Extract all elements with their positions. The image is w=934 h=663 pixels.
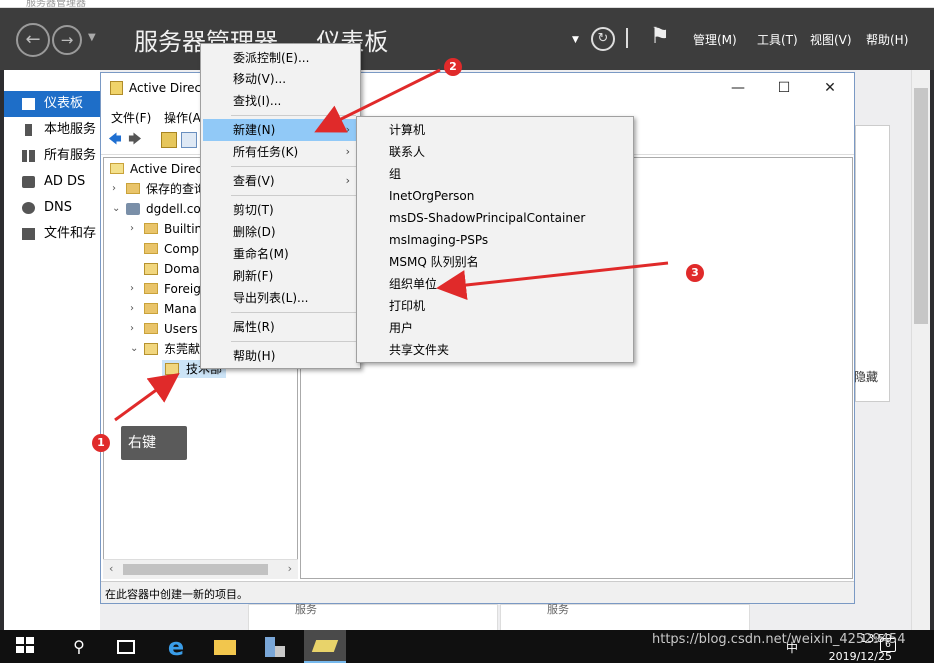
aduc-taskbar-icon[interactable] — [304, 630, 346, 663]
server-manager-taskbar-icon[interactable] — [261, 634, 287, 660]
search-icon[interactable]: ⚲ — [66, 634, 92, 660]
arrow-step2 — [314, 68, 441, 133]
internet-explorer-icon[interactable]: e — [163, 634, 189, 660]
arrow-step1 — [114, 372, 180, 422]
watermark: https://blog.csdn.net/weixin_42529454 — [652, 632, 906, 647]
annotation-arrows — [114, 68, 669, 422]
step1-badge: 1 — [92, 434, 110, 452]
task-view-icon[interactable] — [113, 634, 139, 660]
windows-start-icon[interactable] — [14, 634, 40, 660]
step1-note: 右键 — [121, 426, 187, 460]
file-explorer-icon[interactable] — [212, 634, 238, 660]
step2-badge: 2 — [444, 58, 462, 76]
arrow-step3 — [436, 261, 669, 300]
step3-badge: 3 — [686, 264, 704, 282]
